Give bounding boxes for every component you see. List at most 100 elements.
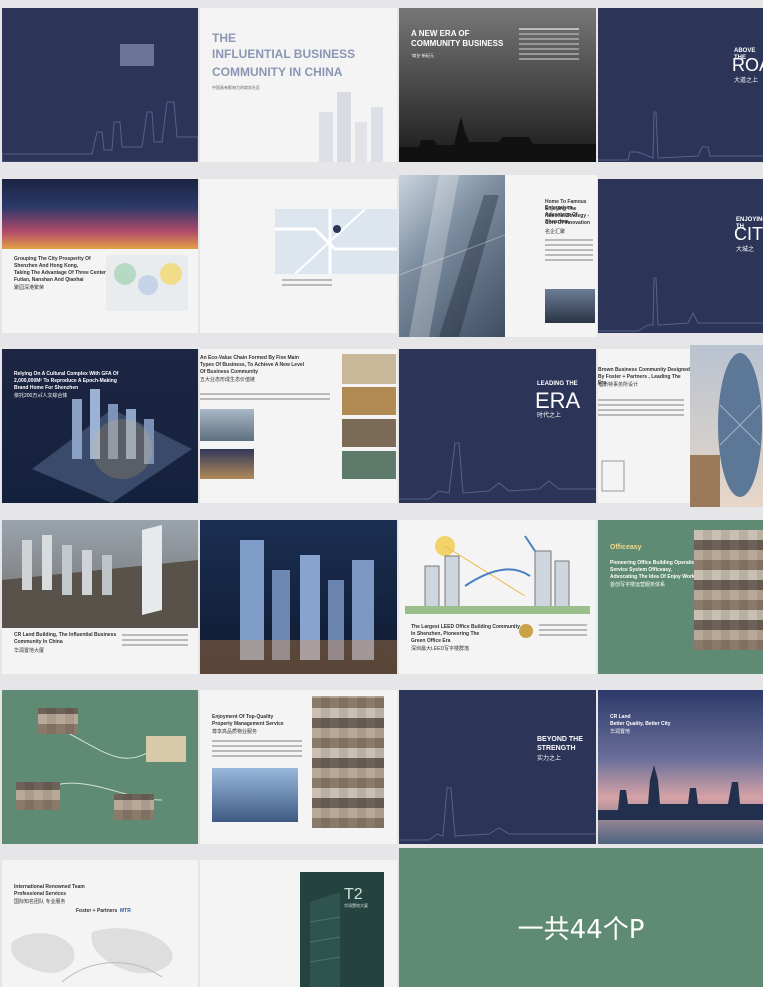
heading-line2: Better Quality, Better City [610, 721, 671, 727]
leed-badge-icon [519, 624, 533, 638]
page-thumb-11[interactable]: An Eco-Value Chain Formed By Five Main T… [200, 349, 397, 503]
page-thumb-02[interactable]: THE INFLUENTIAL BUSINESS COMMUNITY IN CH… [200, 8, 397, 162]
page-thumb-16[interactable] [200, 520, 397, 674]
heading-line1: BEYOND THE [537, 736, 583, 743]
subtitle-cn: 深圳最大LEED写字楼群落 [411, 646, 470, 652]
tower-photo [399, 175, 505, 337]
subtitle-cn: 福斯特事务所设计 [598, 382, 639, 388]
heading-line1: Grouping The City Prosperity Of [14, 256, 91, 262]
heading-line3: Of Business Community [200, 369, 259, 375]
page-thumb-07[interactable] [200, 179, 397, 333]
page-thumb-20[interactable]: Enjoyment Of Top-Quality Property Manage… [200, 690, 397, 844]
brand-mtr: MTR [120, 908, 131, 914]
subtitle-cn: 大城之 [736, 247, 755, 253]
heading-line1: Brown Business Community Designed [598, 367, 690, 373]
heading-line1: Pioneering Office Building Operation [610, 560, 698, 566]
heading-line2: COMMUNITY BUSINESS [411, 39, 504, 48]
subtitle-cn: 时代之上 [537, 413, 562, 419]
t2-tower-panel: T2 华润置地大厦 [300, 872, 384, 987]
photo-street [200, 449, 254, 479]
blurred-photo [312, 696, 384, 828]
heading-line1: CR Land [610, 714, 631, 720]
heading-big: ROAD [732, 55, 763, 75]
page-thumb-17[interactable]: The Largest LEED Office Building Communi… [399, 520, 596, 674]
location-map [275, 208, 397, 275]
aerial-towers-render [2, 525, 198, 628]
street-photo [545, 289, 595, 323]
city-night-skyline [399, 117, 596, 162]
heading-line1: A NEW ERA OF [411, 29, 470, 38]
photo-leisure [342, 451, 396, 479]
photo-retail [342, 387, 396, 415]
photo-hotel [342, 354, 396, 384]
heading-line4: Core Of Innovation [545, 220, 590, 226]
page-thumb-01[interactable] [2, 8, 198, 162]
page-thumb-09[interactable]: ENJOYING TH CITY 大城之 [598, 179, 763, 333]
heading-line1: An Eco-Value Chain Formed By Five Main [200, 355, 299, 361]
heading-line2: Service System Officeasy, [610, 567, 672, 573]
body-text [598, 399, 684, 419]
heading-line2: COMMUNITY IN CHINA [212, 65, 343, 79]
office-tower-photo [212, 768, 298, 822]
photo-dining [342, 419, 396, 447]
heading-line1: The Largest LEED Office Building Communi… [411, 624, 520, 630]
faded-skyline [319, 92, 383, 162]
blurred-photo-2 [16, 782, 60, 810]
page-thumb-25[interactable]: T2 华润置地大厦 [200, 860, 397, 987]
page-thumb-23[interactable]: CR Land Better Quality, Better City 华润置地 [598, 690, 763, 844]
body-text [212, 740, 302, 760]
page-thumb-08[interactable]: Home To Famous Enterprises, Enjoying The… [505, 175, 597, 337]
page-thumb-19[interactable] [2, 690, 198, 844]
heading-line1: International Renowned Team [14, 884, 85, 890]
gherkin-tower-photo [690, 353, 762, 507]
heading-line2: Types Of Business, To Achieve A New Leve… [200, 362, 305, 368]
body-text [539, 624, 587, 639]
page-thumb-10[interactable]: Relying On A Cultural Complex With GFA O… [2, 349, 198, 503]
subtitle-cn: 名企汇聚 [545, 229, 566, 235]
subtitle-cn: 国际知名团队 专业服务 [14, 899, 66, 905]
heading-line2: Property Management Service [212, 721, 284, 727]
page-thumb-13[interactable]: Brown Business Community Designed By Fos… [598, 349, 690, 503]
page-thumb-24[interactable]: International Renowned Team Professional… [2, 860, 198, 987]
page-thumb-15a-aerial[interactable] [2, 520, 198, 628]
skyline-outline [399, 442, 596, 500]
aerial-complex-render [32, 389, 192, 503]
heading-line3: Green Office Era [411, 638, 451, 644]
district-map [106, 255, 188, 311]
heading-line4: Futian, Nanshan And Qianhai [14, 277, 84, 283]
page-thumb-12[interactable]: LEADING THE ERA 时代之上 [399, 349, 596, 503]
blurred-photo-3 [114, 794, 154, 820]
page-thumb-06[interactable]: Grouping The City Prosperity Of Shenzhen… [2, 179, 198, 333]
heading-line2: Professional Services [14, 891, 66, 897]
subtitle-cn: 中国具有影响力的商务社区 [212, 85, 260, 90]
subtitle-cn: 五大业态形成生态价值链 [200, 377, 256, 383]
page-thumb-08a-tower-photo[interactable] [399, 175, 505, 337]
heading-big: ERA [535, 388, 581, 413]
sketch-building [601, 460, 625, 492]
night-towers-render [200, 540, 397, 674]
photo-sunset [146, 736, 186, 762]
brand-foster: Foster + Partners [76, 908, 118, 914]
heading-line2: Community In China [14, 639, 63, 645]
heading-line2: Shenzhen And Hong Kong, [14, 263, 79, 269]
page-thumb-18[interactable]: Officeasy Pioneering Office Building Ope… [598, 520, 763, 674]
page-thumb-03[interactable]: A NEW ERA OF COMMUNITY BUSINESS "商业"新纪元 [399, 8, 596, 162]
subtitle-cn: 大道之上 [734, 78, 759, 84]
heading-the: THE [212, 31, 236, 45]
page-count-banner: 一共44个P [399, 848, 763, 987]
body-text [519, 28, 579, 63]
page-thumb-04[interactable]: ABOVE THE ROAD 大道之上 [598, 8, 763, 162]
heading-big: CITY [734, 224, 763, 244]
blurred-photo [694, 530, 763, 650]
skyline-outline [399, 787, 596, 841]
map-caption [282, 279, 332, 289]
heading-line1: LEADING THE [537, 381, 578, 387]
subtitle-cn: 聚园深港繁荣 [14, 285, 45, 291]
world-map [11, 928, 173, 983]
page-thumb-13b-gherkin[interactable] [690, 345, 763, 507]
service-network-diagram [41, 729, 163, 801]
body-text [122, 634, 188, 649]
page-thumb-22[interactable]: BEYOND THE STRENGTH 实力之上 [399, 690, 596, 844]
page-thumb-15[interactable]: CR Land Building, The Influential Busine… [2, 628, 198, 674]
blurred-photo-1 [38, 708, 78, 734]
